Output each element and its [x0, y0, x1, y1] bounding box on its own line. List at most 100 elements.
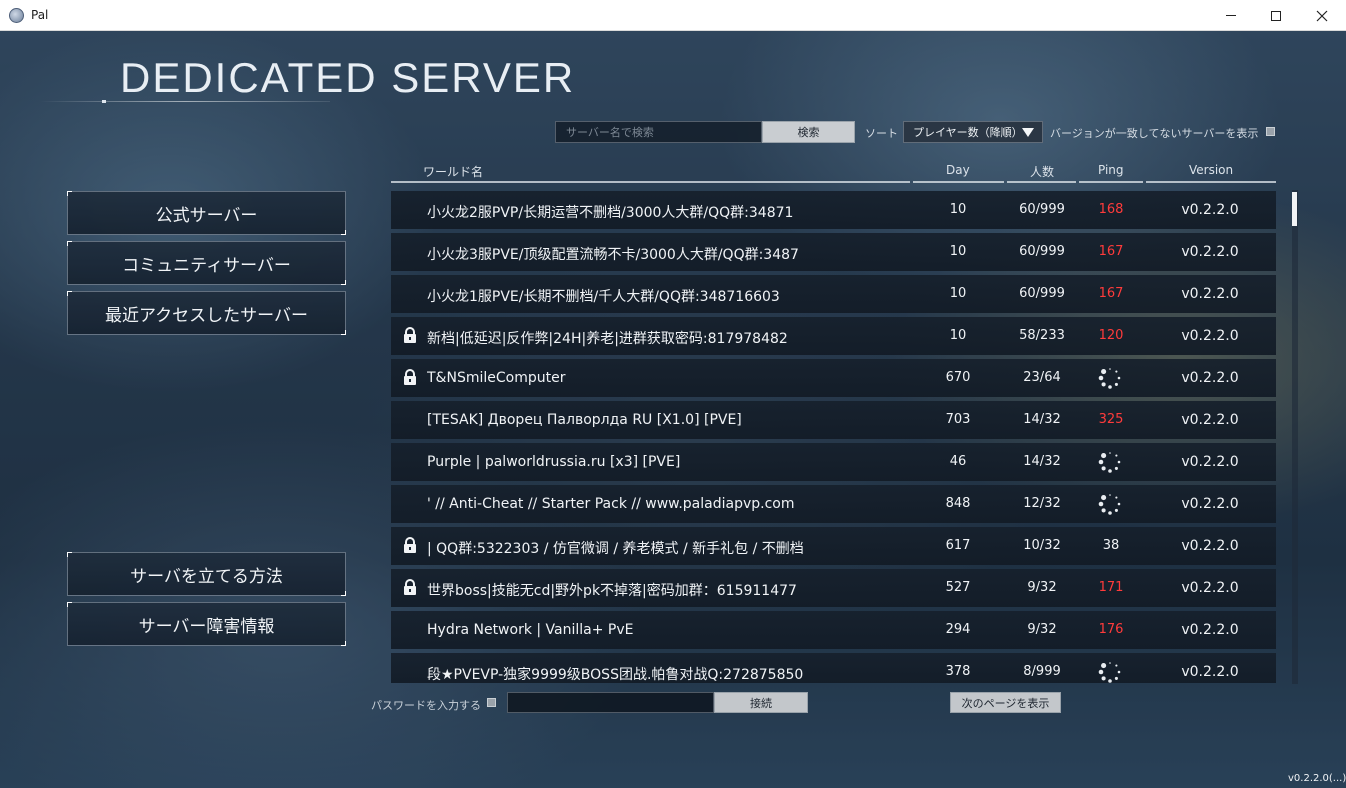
password-checkbox[interactable]	[487, 698, 496, 707]
server-version: v0.2.2.0	[1181, 538, 1239, 554]
server-version: v0.2.2.0	[1181, 286, 1239, 302]
server-row[interactable]: 段★PVEVP-独家9999级BOSS团战.帕鲁对战Q:272875850 378…	[391, 653, 1276, 683]
server-version: v0.2.2.0	[1181, 664, 1239, 680]
header-divider	[1079, 181, 1143, 183]
close-icon[interactable]	[1299, 0, 1345, 31]
server-day: 10	[949, 244, 967, 259]
server-version: v0.2.2.0	[1181, 244, 1239, 260]
server-name: | QQ群:5322303 / 仿官微调 / 养老模式 / 新手礼包 / 不删档	[427, 541, 804, 557]
server-version: v0.2.2.0	[1181, 202, 1239, 218]
server-version: v0.2.2.0	[1181, 622, 1239, 638]
server-day: 670	[945, 370, 971, 385]
build-version: v0.2.2.0(...)	[1288, 773, 1346, 784]
server-row[interactable]: | QQ群:5322303 / 仿官微调 / 养老模式 / 新手礼包 / 不删档…	[391, 527, 1276, 565]
sort-select-value: プレイヤー数（降順）	[913, 126, 1023, 139]
server-name: T&NSmileComputer	[427, 370, 566, 386]
server-players: 60/999	[1019, 202, 1065, 217]
server-name: 段★PVEVP-独家9999级BOSS团战.帕鲁对战Q:272875850	[427, 667, 804, 683]
server-day: 617	[945, 538, 971, 553]
server-row[interactable]: 世界boss|技能无cd|野外pk不掉落|密码加群：615911477 527 9/…	[391, 569, 1276, 607]
window-titlebar: Pal	[0, 0, 1346, 31]
header-divider	[391, 181, 910, 183]
server-row[interactable]: 新档|低延迟|反作弊|24H|养老|进群获取密码:817978482 10 58/2…	[391, 317, 1276, 355]
window-title: Pal	[31, 8, 49, 22]
column-header-name[interactable]: ワールド名	[423, 163, 483, 180]
server-name: 新档|低延迟|反作弊|24H|养老|进群获取密码:817978482	[427, 331, 788, 347]
loading-spinner-icon	[1097, 365, 1123, 391]
recent-servers-button[interactable]: 最近アクセスしたサーバー	[67, 291, 346, 335]
column-header-version[interactable]: Version	[1189, 163, 1233, 177]
sort-select[interactable]: プレイヤー数（降順）	[903, 121, 1043, 143]
server-ping: 171	[1098, 580, 1124, 595]
column-header-ping[interactable]: Ping	[1098, 163, 1124, 177]
minimize-icon[interactable]	[1208, 0, 1254, 31]
server-players: 12/32	[1023, 496, 1061, 511]
server-players: 10/32	[1023, 538, 1061, 553]
header-divider	[1007, 181, 1076, 183]
page-title: DEDICATED SERVER	[120, 54, 576, 101]
connect-button[interactable]: 接続	[714, 692, 808, 713]
server-row[interactable]: 小火龙1服PVE/长期不删档/千人大群/QQ群:348716603 10 60/99…	[391, 275, 1276, 313]
server-day: 46	[949, 454, 967, 469]
server-players: 60/999	[1019, 286, 1065, 301]
loading-spinner-icon	[1097, 449, 1123, 475]
scrollbar-track[interactable]	[1292, 190, 1298, 684]
title-underline	[40, 101, 330, 102]
server-row[interactable]: Hydra Network | Vanilla+ PvE 294 9/32 v0.2.…	[391, 611, 1276, 649]
server-players: 9/32	[1027, 580, 1057, 595]
server-ping: 167	[1098, 286, 1124, 301]
server-outage-button[interactable]: サーバー障害情報	[67, 602, 346, 646]
server-ping: 176	[1098, 622, 1124, 637]
server-row[interactable]: ' // Anti-Cheat // Starter Pack // www.p…	[391, 485, 1276, 523]
server-version: v0.2.2.0	[1181, 412, 1239, 428]
server-name: ' // Anti-Cheat // Starter Pack // www.p…	[427, 496, 795, 512]
app-icon	[9, 8, 24, 23]
password-label: パスワードを入力する	[371, 699, 481, 712]
password-input[interactable]	[507, 692, 714, 713]
server-players: 14/32	[1023, 412, 1061, 427]
version-filter-checkbox[interactable]	[1266, 127, 1275, 136]
server-day: 10	[949, 202, 967, 217]
server-name: 小火龙3服PVE/顶级配置流畅不卡/3000人大群/QQ群:3487	[427, 247, 799, 263]
server-players: 58/233	[1019, 328, 1065, 343]
server-players: 9/32	[1027, 622, 1057, 637]
server-name: [TESAK] Дворец Палворлда RU [X1.0] [PVE]	[427, 412, 742, 428]
server-ping: 120	[1098, 328, 1124, 343]
server-players: 60/999	[1019, 244, 1065, 259]
server-row[interactable]: T&NSmileComputer 670 23/64 v0.2.2.0	[391, 359, 1276, 397]
server-ping: 168	[1098, 202, 1124, 217]
scrollbar-thumb[interactable]	[1292, 192, 1297, 226]
server-howto-button[interactable]: サーバを立てる方法	[67, 552, 346, 596]
lock-icon	[402, 369, 418, 386]
search-button[interactable]: 検索	[762, 121, 855, 143]
community-servers-button[interactable]: コミュニティサーバー	[67, 241, 346, 285]
server-players: 14/32	[1023, 454, 1061, 469]
next-page-button[interactable]: 次のページを表示	[950, 692, 1061, 713]
column-header-day[interactable]: Day	[946, 163, 970, 177]
server-day: 10	[949, 328, 967, 343]
version-filter-label: バージョンが一致してないサーバーを表示	[1050, 127, 1259, 140]
lock-icon	[402, 537, 418, 554]
search-input[interactable]	[555, 121, 762, 143]
server-row[interactable]: 小火龙3服PVE/顶级配置流畅不卡/3000人大群/QQ群:3487 10 60/9…	[391, 233, 1276, 271]
server-version: v0.2.2.0	[1181, 496, 1239, 512]
server-ping: 38	[1102, 538, 1120, 553]
server-name: 小火龙1服PVE/长期不删档/千人大群/QQ群:348716603	[427, 289, 780, 305]
loading-spinner-icon	[1097, 659, 1123, 683]
server-day: 378	[945, 664, 971, 679]
header-divider	[913, 181, 1004, 183]
server-version: v0.2.2.0	[1181, 454, 1239, 470]
server-players: 8/999	[1023, 664, 1061, 679]
official-servers-button[interactable]: 公式サーバー	[67, 191, 346, 235]
server-version: v0.2.2.0	[1181, 328, 1239, 344]
column-header-players[interactable]: 人数	[1030, 163, 1054, 180]
maximize-icon[interactable]	[1253, 0, 1299, 31]
server-version: v0.2.2.0	[1181, 580, 1239, 596]
server-name: Purple | palworldrussia.ru [x3] [PVE]	[427, 454, 681, 470]
header-divider	[1146, 181, 1276, 183]
server-row[interactable]: [TESAK] Дворец Палворлда RU [X1.0] [PVE]…	[391, 401, 1276, 439]
server-row[interactable]: 小火龙2服PVP/长期运营不删档/3000人大群/QQ群:34871 10 60/9…	[391, 191, 1276, 229]
server-ping: 325	[1098, 412, 1124, 427]
server-day: 10	[949, 286, 967, 301]
server-row[interactable]: Purple | palworldrussia.ru [x3] [PVE] 46 1…	[391, 443, 1276, 481]
